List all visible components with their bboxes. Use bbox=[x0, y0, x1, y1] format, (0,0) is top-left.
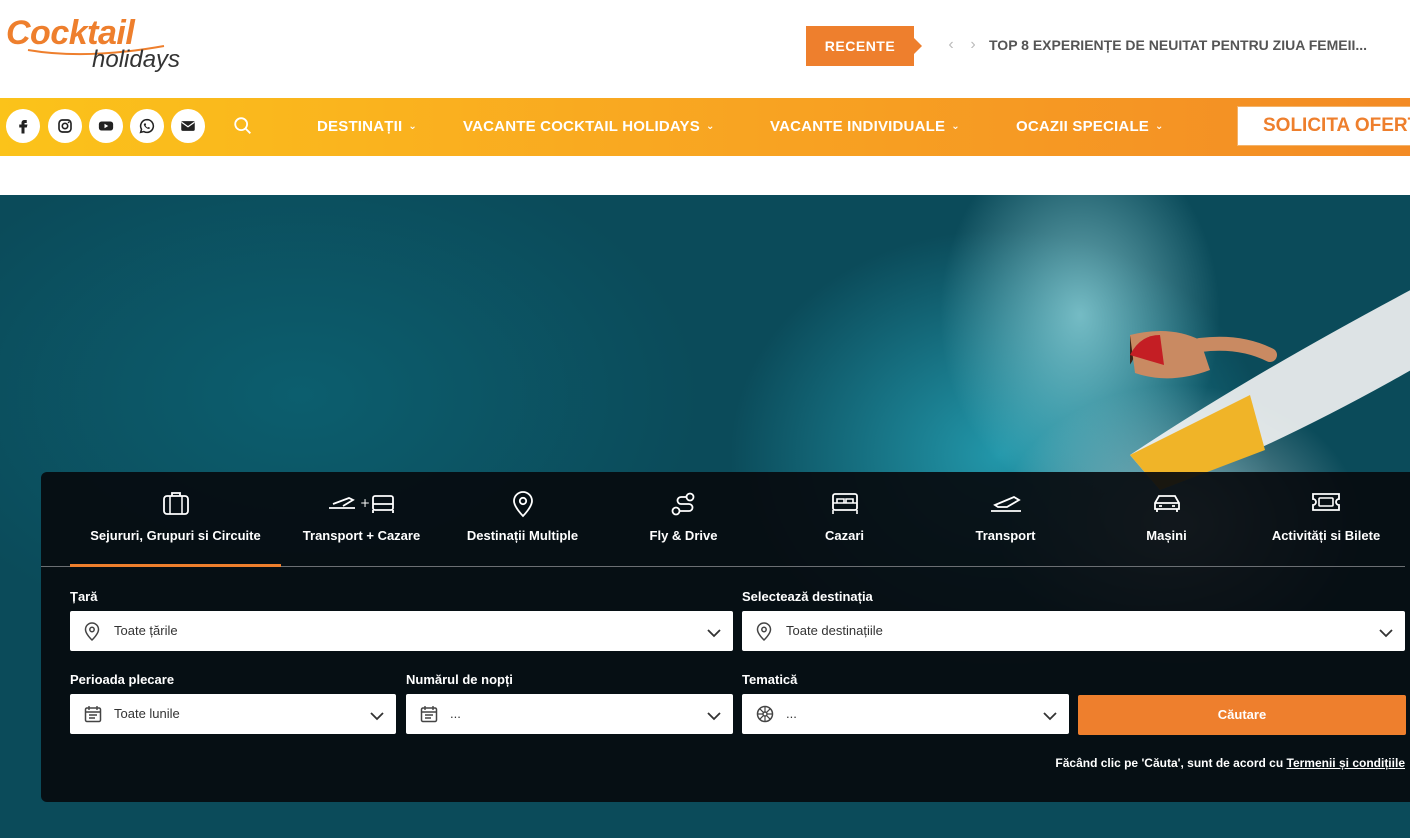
chevron-down-icon bbox=[370, 708, 384, 726]
nav-item-vacante-individuale[interactable]: VACANTE INDIVIDUALE ⌄ bbox=[770, 118, 960, 135]
map-pin-icon bbox=[511, 490, 535, 523]
nav-item-vacante-cocktail[interactable]: VACANTE COCKTAIL HOLIDAYS ⌄ bbox=[463, 118, 715, 135]
tab-transport-cazare[interactable]: + Transport + Cazare bbox=[281, 472, 442, 567]
top-header: Cocktail holidays RECENTE ‹ › TOP 8 EXPER… bbox=[0, 0, 1410, 98]
route-icon bbox=[670, 490, 698, 523]
calendar-icon bbox=[420, 705, 438, 728]
chevron-down-icon bbox=[707, 625, 721, 643]
news-next-icon[interactable]: › bbox=[962, 36, 984, 54]
tab-transport[interactable]: Transport bbox=[925, 472, 1086, 567]
chevron-down-icon bbox=[1043, 708, 1057, 726]
terms-notice: Făcând clic pe 'Căuta', sunt de acord cu… bbox=[1055, 756, 1405, 770]
chevron-down-icon bbox=[1379, 625, 1393, 643]
tab-activitati-bilete[interactable]: Activități si Bilete bbox=[1247, 472, 1405, 567]
bed-icon bbox=[830, 490, 860, 521]
car-icon bbox=[1152, 490, 1182, 521]
instagram-icon[interactable] bbox=[48, 109, 82, 143]
chevron-down-icon: ⌄ bbox=[408, 121, 417, 132]
country-label: Țară bbox=[70, 589, 98, 604]
nights-select[interactable]: ... bbox=[406, 694, 733, 734]
tab-cazari[interactable]: Cazari bbox=[764, 472, 925, 567]
chevron-down-icon: ⌄ bbox=[705, 121, 715, 132]
country-select[interactable]: Toate țările bbox=[70, 611, 733, 651]
news-arrows: ‹ › bbox=[940, 36, 984, 54]
whatsapp-icon[interactable] bbox=[130, 109, 164, 143]
svg-text:+: + bbox=[360, 496, 370, 510]
theme-label: Tematică bbox=[742, 672, 798, 687]
tab-fly-drive[interactable]: Fly & Drive bbox=[603, 472, 764, 567]
news-prev-icon[interactable]: ‹ bbox=[940, 36, 962, 54]
tab-destinatii-multiple[interactable]: Destinații Multiple bbox=[442, 472, 603, 567]
youtube-icon[interactable] bbox=[89, 109, 123, 143]
facebook-icon[interactable] bbox=[6, 109, 40, 143]
chevron-down-icon bbox=[707, 708, 721, 726]
suitcase-icon bbox=[162, 490, 190, 521]
main-nav: DESTINAȚII ⌄ VACANTE COCKTAIL HOLIDAYS ⌄ V… bbox=[0, 98, 1410, 156]
map-pin-icon bbox=[756, 622, 772, 646]
request-offer-button[interactable]: SOLICITA OFERTA bbox=[1237, 106, 1410, 146]
chevron-down-icon: ⌄ bbox=[1155, 121, 1164, 132]
calendar-icon bbox=[84, 705, 102, 728]
tab-sejururi[interactable]: Sejururi, Grupuri si Circuite bbox=[70, 472, 281, 567]
nav-item-destinatii[interactable]: DESTINAȚII ⌄ bbox=[317, 118, 417, 135]
theme-select[interactable]: ... bbox=[742, 694, 1069, 734]
logo-word-bottom: holidays bbox=[92, 46, 181, 73]
plane-bed-icon: + bbox=[327, 490, 397, 521]
period-select[interactable]: Toate lunile bbox=[70, 694, 396, 734]
logo[interactable]: Cocktail holidays bbox=[6, 14, 206, 78]
nav-item-ocazii-speciale[interactable]: OCAZII SPECIALE ⌄ bbox=[1016, 118, 1164, 135]
news-ticker-title[interactable]: TOP 8 EXPERIENȚE DE NEUITAT PENTRU ZIUA … bbox=[989, 37, 1367, 53]
period-label: Perioada plecare bbox=[70, 672, 175, 687]
tab-masini[interactable]: Mașini bbox=[1086, 472, 1247, 567]
email-icon[interactable] bbox=[171, 109, 205, 143]
destination-label: Selectează destinația bbox=[742, 589, 873, 604]
destination-select[interactable]: Toate destinațiile bbox=[742, 611, 1405, 651]
plane-icon bbox=[989, 490, 1023, 521]
search-button[interactable]: Căutare bbox=[1078, 695, 1406, 735]
wheel-icon bbox=[756, 705, 774, 728]
nights-label: Numărul de nopți bbox=[406, 672, 513, 687]
terms-link[interactable]: Termenii și condițiile bbox=[1287, 756, 1405, 770]
chevron-down-icon: ⌄ bbox=[951, 121, 960, 132]
recente-badge[interactable]: RECENTE bbox=[806, 26, 922, 66]
search-icon[interactable] bbox=[232, 115, 254, 142]
ticket-icon bbox=[1310, 490, 1342, 519]
map-pin-icon bbox=[84, 622, 100, 646]
tab-active-indicator bbox=[70, 564, 281, 567]
